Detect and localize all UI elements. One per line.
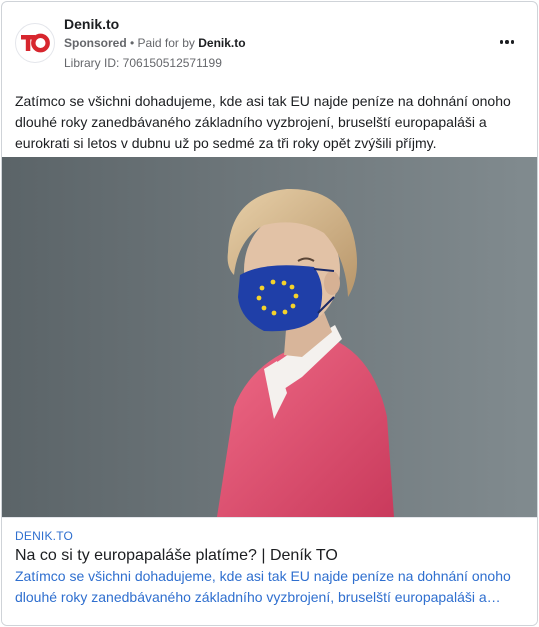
paid-for-label: Paid for by (137, 36, 199, 50)
more-horizontal-icon (510, 40, 515, 44)
more-horizontal-icon (505, 40, 509, 44)
more-options-button[interactable] (495, 32, 519, 52)
link-description[interactable]: Zatímco se všichni dohadujeme, kde asi t… (15, 566, 525, 608)
meta-separator: • (126, 36, 138, 50)
page-name[interactable]: Denik.to (64, 16, 119, 32)
link-domain[interactable]: DENIK.TO (15, 529, 73, 543)
portrait-illustration (2, 157, 537, 517)
ad-body-text: Zatímco se všichni dohadujeme, kde asi t… (15, 93, 511, 151)
link-preview[interactable]: DENIK.TO Na co si ty europapaláše platím… (2, 517, 537, 625)
ad-card: Denik.to Sponsored • Paid for by Denik.t… (1, 1, 538, 626)
more-horizontal-icon (499, 40, 504, 44)
ad-photo[interactable] (2, 157, 537, 517)
link-title[interactable]: Na co si ty europapaláše platíme? | Dení… (15, 545, 338, 567)
page-avatar[interactable] (15, 23, 55, 63)
library-id: Library ID: 706150512571199 (64, 56, 222, 70)
ad-header: Denik.to Sponsored • Paid for by Denik.t… (2, 2, 537, 78)
denik-to-logo (21, 33, 50, 53)
sponsored-line: Sponsored • Paid for by Denik.to (64, 36, 246, 50)
sponsored-label: Sponsored (64, 36, 127, 50)
payer-name[interactable]: Denik.to (198, 36, 245, 50)
